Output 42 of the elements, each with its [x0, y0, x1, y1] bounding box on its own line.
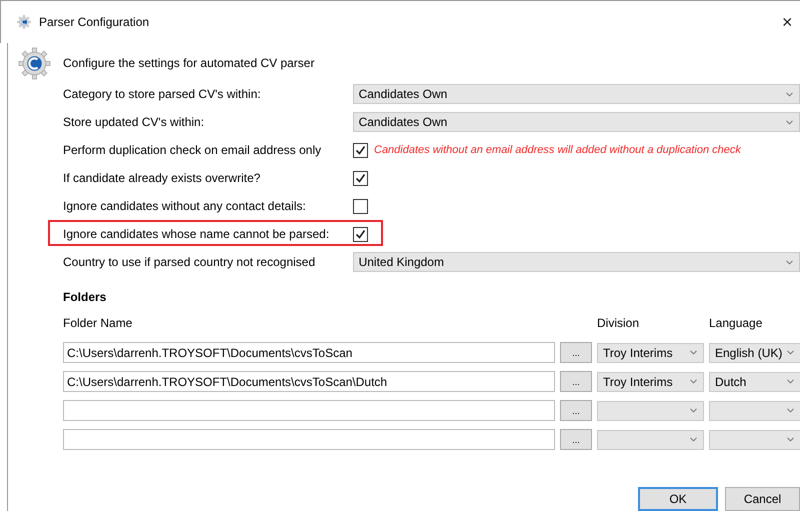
language-dropdown[interactable]: English (UK) — [709, 342, 800, 362]
language-dropdown[interactable]: Dutch — [709, 372, 800, 392]
language-dropdown[interactable] — [709, 430, 800, 450]
division-dropdown[interactable]: Troy Interims — [597, 342, 704, 362]
dialog-button[interactable]: OK — [638, 487, 718, 511]
setting-label: Ignore candidates without any contact details: — [63, 199, 307, 213]
setting-label: Country to use if parsed country not recognised — [63, 255, 316, 269]
checkbox[interactable] — [353, 198, 368, 214]
division-dropdown[interactable] — [597, 400, 704, 420]
checkbox[interactable] — [353, 226, 368, 242]
dialog-button[interactable]: Cancel — [725, 487, 800, 511]
checkbox[interactable] — [353, 170, 368, 186]
browse-button[interactable]: ... — [560, 371, 592, 392]
dropdown[interactable]: Candidates Own — [352, 84, 800, 104]
language-dropdown[interactable] — [709, 400, 800, 420]
setting-label: If candidate already exists overwrite? — [63, 171, 262, 185]
division-dropdown[interactable]: Troy Interims — [597, 372, 704, 392]
gear-icon — [17, 15, 31, 29]
gear-icon — [18, 46, 51, 80]
dropdown[interactable]: Candidates Own — [352, 112, 800, 132]
warning-text: Candidates without an email address will added without a duplication check — [374, 144, 741, 156]
setting-label: Store updated CV's within: — [63, 115, 206, 129]
setting-label: Perform duplication check on email address only — [63, 143, 322, 157]
window-title: Parser Configuration — [39, 15, 150, 29]
header-text: Configure the settings for automated CV parser — [63, 56, 314, 70]
dropdown[interactable]: United Kingdom — [352, 252, 800, 272]
column-header: Division — [597, 316, 640, 332]
folder-field[interactable] — [63, 400, 555, 421]
folder-field[interactable]: C:\Users\darrenh.TROYSOFT\Documents\cvsToScan\Dutch — [63, 371, 555, 392]
setting-label: Ignore candidates whose name cannot be parsed: — [63, 227, 330, 241]
column-header: Language — [709, 316, 764, 332]
folder-field[interactable] — [63, 429, 555, 450]
folder-field[interactable]: C:\Users\darrenh.TROYSOFT\Documents\cvsToScan — [63, 342, 555, 363]
browse-button[interactable]: ... — [560, 429, 592, 450]
setting-label: Category to store parsed CV's within: — [63, 87, 262, 101]
section-title: Folders — [62, 290, 108, 306]
browse-button[interactable]: ... — [560, 400, 592, 421]
column-header: Folder Name — [63, 316, 134, 332]
division-dropdown[interactable] — [597, 430, 704, 450]
checkbox[interactable] — [353, 142, 368, 158]
close-button[interactable]: × — [782, 12, 800, 32]
browse-button[interactable]: ... — [560, 342, 592, 363]
